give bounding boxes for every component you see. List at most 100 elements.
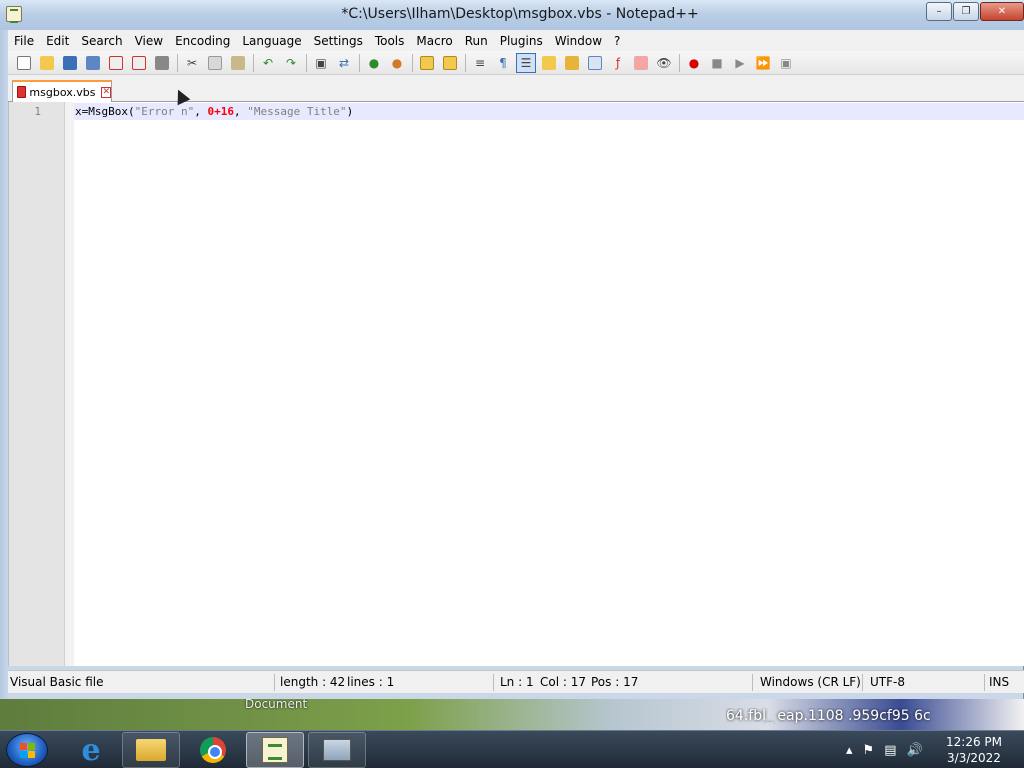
status-divider bbox=[862, 674, 863, 691]
close-all-icon[interactable] bbox=[129, 53, 149, 73]
menu-tools[interactable]: Tools bbox=[369, 34, 411, 48]
save-icon[interactable] bbox=[60, 53, 80, 73]
code-token: , bbox=[233, 105, 248, 118]
action-center-flag-icon[interactable]: ⚑ bbox=[863, 743, 875, 758]
new-file-icon[interactable] bbox=[14, 53, 34, 73]
desktop-label: Document bbox=[245, 697, 308, 711]
menu-help[interactable]: ? bbox=[608, 34, 626, 48]
cut-icon[interactable]: ✂ bbox=[182, 53, 202, 73]
copy-icon[interactable] bbox=[205, 53, 225, 73]
code-token-string: "Error n" bbox=[134, 105, 195, 118]
doc-list-icon[interactable] bbox=[585, 53, 605, 73]
zoom-in-icon[interactable]: ● bbox=[364, 53, 384, 73]
network-icon[interactable]: ▤ bbox=[884, 743, 896, 758]
menu-macro[interactable]: Macro bbox=[410, 34, 458, 48]
taskbar-chrome[interactable] bbox=[184, 732, 242, 768]
redo-icon[interactable]: ↷ bbox=[281, 53, 301, 73]
close-icon[interactable] bbox=[106, 53, 126, 73]
undo-icon[interactable]: ↶ bbox=[258, 53, 278, 73]
performance-monitor-icon bbox=[323, 739, 351, 761]
unsaved-file-icon bbox=[17, 86, 27, 98]
word-wrap-icon[interactable]: ≡ bbox=[470, 53, 490, 73]
internet-explorer-icon: e bbox=[81, 732, 101, 768]
code-editor[interactable]: 1 x=MsgBox("Error n", 0+16, "Message Tit… bbox=[8, 102, 1024, 666]
menu-plugins[interactable]: Plugins bbox=[494, 34, 549, 48]
zoom-out-icon[interactable]: ● bbox=[387, 53, 407, 73]
menu-file[interactable]: File bbox=[8, 34, 40, 48]
toolbar-separator bbox=[679, 53, 680, 72]
minimize-button[interactable]: – bbox=[926, 2, 952, 21]
code-token: x=MsgBox( bbox=[75, 105, 135, 118]
replace-icon[interactable]: ⇄ bbox=[334, 53, 354, 73]
show-all-chars-icon[interactable]: ¶ bbox=[493, 53, 513, 73]
status-eol[interactable]: Windows (CR LF) bbox=[760, 675, 861, 689]
start-button[interactable] bbox=[6, 733, 48, 767]
window-title: *C:\Users\Ilham\Desktop\msgbox.vbs - Not… bbox=[341, 6, 699, 22]
menu-run[interactable]: Run bbox=[459, 34, 494, 48]
taskbar-internet-explorer[interactable]: e bbox=[62, 732, 120, 768]
indent-guide-icon[interactable]: ☰ bbox=[516, 52, 536, 73]
taskbar: e ▴ ⚑ ▤ 🔊 12:26 PM 3/3/2022 bbox=[0, 730, 1024, 768]
taskbar-performance-monitor[interactable] bbox=[308, 732, 366, 768]
status-lines: lines : 1 bbox=[347, 675, 395, 689]
chrome-icon bbox=[200, 737, 226, 763]
taskbar-file-explorer[interactable] bbox=[122, 732, 180, 768]
paste-icon[interactable] bbox=[228, 53, 248, 73]
doc-map-icon[interactable] bbox=[562, 53, 582, 73]
status-divider bbox=[752, 674, 753, 691]
status-insert-mode[interactable]: INS bbox=[989, 675, 1009, 689]
menu-encoding[interactable]: Encoding bbox=[169, 34, 236, 48]
code-line-1[interactable]: x=MsgBox("Error n", 0+16, "Message Title… bbox=[75, 105, 353, 118]
status-divider bbox=[984, 674, 985, 691]
tab-bar: msgbox.vbs ✕ bbox=[8, 75, 1024, 102]
sync-vertical-icon[interactable] bbox=[417, 53, 437, 73]
toolbar-separator bbox=[177, 53, 178, 72]
status-length: length : 42 bbox=[280, 675, 346, 689]
play-macro-icon[interactable]: ▶ bbox=[730, 53, 750, 73]
line-number: 1 bbox=[34, 105, 41, 118]
menu-view[interactable]: View bbox=[129, 34, 169, 48]
menu-edit[interactable]: Edit bbox=[40, 34, 75, 48]
clock-time: 12:26 PM bbox=[946, 735, 1002, 749]
status-ln: Ln : 1 bbox=[500, 675, 534, 689]
language-icon[interactable] bbox=[539, 53, 559, 73]
save-all-icon[interactable] bbox=[83, 53, 103, 73]
status-encoding[interactable]: UTF-8 bbox=[870, 675, 905, 689]
toolbar-separator bbox=[253, 53, 254, 72]
menu-settings[interactable]: Settings bbox=[308, 34, 369, 48]
tab-msgbox-vbs[interactable]: msgbox.vbs ✕ bbox=[12, 80, 112, 102]
menu-language[interactable]: Language bbox=[236, 34, 307, 48]
notepadpp-icon bbox=[262, 737, 288, 763]
status-col: Col : 17 bbox=[540, 675, 586, 689]
record-macro-icon[interactable]: ● bbox=[684, 53, 704, 73]
close-window-button[interactable]: ✕ bbox=[980, 2, 1024, 21]
sync-horizontal-icon[interactable] bbox=[440, 53, 460, 73]
save-macro-icon[interactable]: ▣ bbox=[776, 53, 796, 73]
folder-workspace-icon[interactable] bbox=[631, 53, 651, 73]
print-icon[interactable] bbox=[152, 53, 172, 73]
open-file-icon[interactable] bbox=[37, 53, 57, 73]
stop-macro-icon[interactable]: ■ bbox=[707, 53, 727, 73]
taskbar-notepadpp[interactable] bbox=[246, 732, 304, 768]
show-hidden-icons-icon[interactable]: ▴ bbox=[846, 743, 853, 758]
monitoring-icon[interactable]: 👁 bbox=[654, 53, 674, 73]
file-explorer-icon bbox=[136, 739, 166, 761]
menu-window[interactable]: Window bbox=[549, 34, 608, 48]
desktop-overlay-text: 64.fbl_ eap.1108 .959cf95 6c bbox=[726, 708, 931, 724]
run-macro-multiple-icon[interactable]: ⏩ bbox=[753, 53, 773, 73]
fold-margin[interactable] bbox=[65, 102, 74, 666]
tab-close-icon[interactable]: ✕ bbox=[101, 86, 111, 98]
maximize-button[interactable]: ❐ bbox=[953, 2, 979, 21]
status-file-type: Visual Basic file bbox=[10, 675, 104, 689]
system-tray: ▴ ⚑ ▤ 🔊 bbox=[846, 739, 923, 761]
status-bar: Visual Basic file length : 42 lines : 1 … bbox=[8, 670, 1024, 693]
find-icon[interactable]: ▣ bbox=[311, 53, 331, 73]
line-number-gutter: 1 bbox=[9, 102, 65, 666]
function-list-icon[interactable]: ƒ bbox=[608, 53, 628, 73]
volume-icon[interactable]: 🔊 bbox=[906, 743, 922, 758]
menu-search[interactable]: Search bbox=[75, 34, 128, 48]
taskbar-clock[interactable]: 12:26 PM 3/3/2022 bbox=[938, 734, 1010, 766]
title-bar[interactable]: *C:\Users\Ilham\Desktop\msgbox.vbs - Not… bbox=[0, 0, 1024, 30]
tab-label: msgbox.vbs bbox=[29, 85, 96, 99]
toolbar-separator bbox=[465, 53, 466, 72]
